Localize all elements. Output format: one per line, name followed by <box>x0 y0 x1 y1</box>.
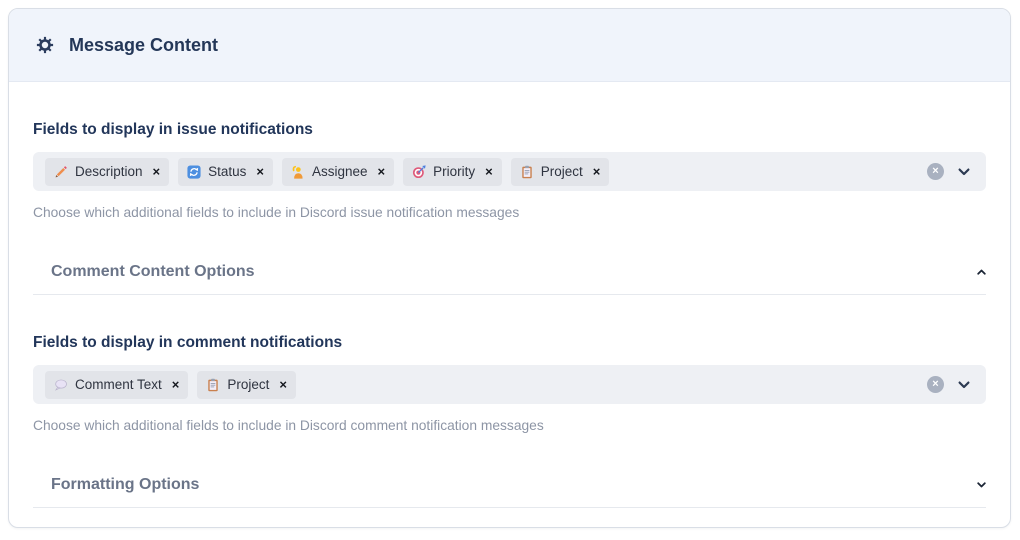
speech-balloon-icon <box>54 378 68 392</box>
chevron-down-icon[interactable] <box>977 482 986 488</box>
remove-tag-button[interactable]: × <box>378 164 386 179</box>
comment-fields-multiselect[interactable]: Comment Text × Project × × <box>33 365 986 404</box>
chevron-up-icon[interactable] <box>977 269 986 275</box>
field-tag-label: Comment Text <box>75 377 162 392</box>
clear-all-icon[interactable]: × <box>927 376 944 393</box>
comment-fields-help: Choose which additional fields to includ… <box>33 418 544 433</box>
comment-fields-tag-list: Comment Text × Project × <box>45 370 927 399</box>
field-tag: Priority × <box>403 157 502 186</box>
section-title: Comment Content Options <box>51 263 255 280</box>
remove-tag-button[interactable]: × <box>172 377 180 392</box>
card-header: Message Content <box>9 9 1010 82</box>
field-tag: Project × <box>197 370 296 399</box>
remove-tag-button[interactable]: × <box>256 164 264 179</box>
field-tag: Project × <box>510 157 610 186</box>
issue-fields-label: Fields to display in issue notifications <box>33 121 313 138</box>
comment-fields-controls: × <box>927 376 974 393</box>
formatting-options-header[interactable]: Formatting Options <box>33 464 986 508</box>
chevron-down-icon[interactable] <box>958 381 970 389</box>
comment-fields-label: Fields to display in comment notificatio… <box>33 334 343 351</box>
issue-fields-help: Choose which additional fields to includ… <box>33 205 520 220</box>
raising-hand-icon <box>291 165 305 179</box>
field-tag: Assignee × <box>282 157 395 186</box>
remove-tag-button[interactable]: × <box>153 164 161 179</box>
issue-fields-tag-list: Description × Status × Assignee × Priority × Pro… <box>45 157 927 186</box>
issue-fields-multiselect[interactable]: Description × Status × Assignee × Priority × Pro… <box>33 152 986 191</box>
comment-content-options-header[interactable]: Comment Content Options <box>33 251 986 295</box>
field-tag: Status × <box>178 157 273 186</box>
remove-tag-button[interactable]: × <box>593 164 601 179</box>
field-tag-label: Description <box>75 164 143 179</box>
page-title: Message Content <box>69 34 219 55</box>
field-tag-label: Status <box>208 164 247 179</box>
field-tag-label: Assignee <box>312 164 368 179</box>
field-tag-label: Priority <box>433 164 476 179</box>
card-body: Fields to display in issue notifications… <box>9 120 1010 508</box>
gear-icon <box>36 36 54 54</box>
target-icon <box>412 164 426 179</box>
clear-all-icon[interactable]: × <box>927 163 944 180</box>
message-content-card: Message Content Fields to display in iss… <box>8 8 1011 528</box>
clipboard-icon <box>206 378 220 392</box>
field-tag-label: Project <box>540 164 583 179</box>
field-tag: Description × <box>45 157 170 186</box>
chevron-down-icon[interactable] <box>958 168 970 176</box>
remove-tag-button[interactable]: × <box>485 164 493 179</box>
field-tag-label: Project <box>227 377 270 392</box>
section-title: Formatting Options <box>51 476 200 493</box>
pencil-icon <box>54 165 68 179</box>
issue-fields-controls: × <box>927 163 974 180</box>
refresh-icon <box>187 164 201 179</box>
field-tag: Comment Text × <box>45 370 189 399</box>
clipboard-icon <box>520 165 534 179</box>
remove-tag-button[interactable]: × <box>279 377 287 392</box>
